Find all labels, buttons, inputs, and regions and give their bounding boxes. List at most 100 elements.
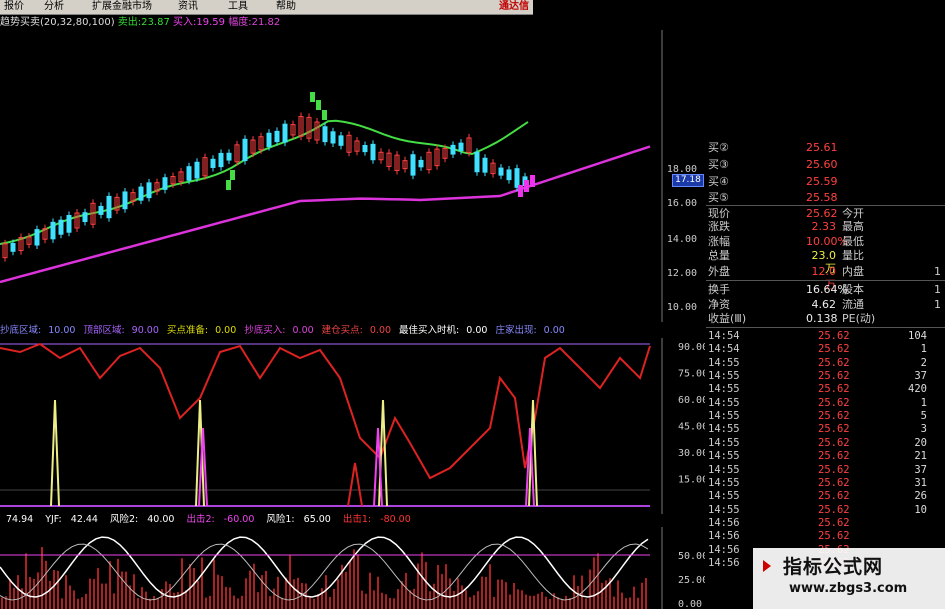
tick-time: 14:55 [708, 463, 740, 476]
candle-body [10, 242, 16, 252]
tick-time: 14:55 [708, 436, 740, 449]
tick-volume: 3 [920, 423, 927, 436]
amplitude-label: 幅度: [228, 17, 252, 28]
bid-label: 买② [708, 141, 729, 154]
indicator3-chart[interactable]: 50.00 25.00 0.00 [0, 527, 705, 609]
divider [706, 280, 945, 281]
indicator-name[interactable]: 趋势买卖 [0, 17, 40, 28]
tick-volume: 104 [908, 330, 927, 342]
tick-volume: 31 [914, 476, 927, 489]
indicator2-axis-label: 45.00 [678, 422, 705, 433]
candle-body [482, 157, 488, 173]
main-chart-title: 趋势买卖(20,32,80,100) 卖出:23.87 买入:19.59 幅度:… [0, 16, 280, 30]
buy-signal-marker [230, 170, 235, 180]
indicator2-item-value: 0.00 [215, 325, 237, 336]
quote-label: 总量 [708, 249, 730, 262]
watermark-url: www.zbgs3.com [789, 581, 908, 596]
tick-time: 14:55 [708, 383, 740, 396]
indicator2-chart[interactable]: 90.00 75.00 60.00 45.00 30.00 15.00 [0, 338, 705, 514]
bid-row: 买⑤ 25.58 [706, 191, 945, 204]
oscillator-line [0, 342, 651, 480]
menu-item-news[interactable]: 资讯 [178, 0, 198, 14]
menu-item-quote[interactable]: 报价 [4, 0, 24, 14]
quote-label2: 股本 [842, 283, 864, 296]
bid-label: 买④ [708, 175, 729, 188]
tick-price: 25.62 [818, 463, 850, 476]
quote-value: 4.62 [811, 298, 837, 311]
indicator2-item-value: 0.00 [292, 325, 314, 336]
indicator2-item-value: 0.00 [543, 325, 565, 336]
candle-body [274, 130, 280, 143]
menu-item-extended-market[interactable]: 扩展金融市场 [92, 0, 152, 14]
indicator3-item-label: 出击2: [186, 514, 215, 525]
tick-volume: 420 [908, 383, 927, 396]
tick-time: 14:55 [708, 450, 740, 463]
candle-body [138, 186, 144, 201]
quote-value: 25.62 [806, 207, 838, 220]
candle-body [50, 221, 56, 240]
tick-row: 14:54 25.62 104 [706, 330, 945, 343]
bid-row: 买④ 25.59 [706, 175, 945, 188]
indicator3-item-value: -60.00 [223, 514, 255, 525]
tick-time: 14:55 [708, 423, 740, 436]
quote-label2: 量比 [842, 249, 864, 262]
candle-body [322, 126, 328, 143]
tick-time: 14:55 [708, 476, 740, 489]
tick-volume: 37 [914, 370, 927, 383]
tick-time: 14:54 [708, 343, 740, 356]
menu-item-help[interactable]: 帮助 [276, 0, 296, 14]
divider [706, 205, 945, 206]
candle-body [58, 219, 64, 235]
candle-body [34, 229, 40, 246]
quote-row-eps: 收益(Ⅲ) 0.138 PE(动) [706, 312, 945, 325]
bid-price: 25.59 [806, 175, 838, 188]
candle-body [98, 205, 104, 215]
indicator2-item-label: 抄底区域: [0, 325, 42, 336]
indicator2-item-label: 抄底买入: [244, 325, 286, 336]
quote-row-change: 涨跌 2.33 最高 [706, 220, 945, 233]
indicator2-item: 抄底买入: 0.00 [244, 325, 317, 336]
quote-value: 0.138 [806, 312, 838, 325]
candle-body [506, 169, 512, 181]
price-axis-label: 16.00 [666, 198, 697, 209]
tick-price: 25.62 [818, 490, 850, 503]
tick-row: 14:55 25.62 10 [706, 504, 945, 517]
slow-ma-line [0, 145, 651, 284]
candle-body [186, 166, 192, 181]
tick-row: 14:55 25.62 3 [706, 423, 945, 436]
bid-price: 25.60 [806, 158, 838, 171]
tick-row: 14:56 25.62 [706, 517, 945, 530]
sell-label: 卖出: [117, 17, 142, 28]
buy-value: 19.59 [196, 17, 226, 28]
tick-volume: 1 [920, 396, 927, 409]
candle-body [242, 138, 248, 162]
tick-price: 25.62 [818, 343, 850, 356]
menu-item-tools[interactable]: 工具 [228, 0, 248, 14]
candlestick-chart[interactable] [0, 30, 670, 322]
menu-bar: 报价 分析 扩展金融市场 资讯 工具 帮助 通达信 [0, 0, 533, 15]
sell-value: 23.87 [141, 17, 170, 28]
bid-row: 买② 25.61 [706, 141, 945, 154]
tick-price: 25.62 [818, 503, 850, 516]
indicator3-title: 74.94 YJF: 42.44 风险2: 40.00 出击2: -60.00 风险1:… [0, 514, 423, 526]
quote-value: 16.64% [806, 283, 848, 296]
quote-row-price: 现价 25.62 今开 [706, 207, 945, 220]
indicator2-item: 顶部区域: 90.00 [83, 325, 162, 336]
oscillator-spike [347, 462, 363, 507]
menu-item-analysis[interactable]: 分析 [44, 0, 64, 14]
tick-volume: 26 [914, 490, 927, 503]
quote-label: 外盘 [708, 265, 730, 278]
indicator2-item: 最佳买入时机: 0.00 [399, 325, 491, 336]
quote-label2: 今开 [842, 207, 864, 220]
tick-price: 25.62 [818, 530, 850, 543]
tick-time: 14:56 [708, 516, 740, 529]
indicator2-item: 抄底区域: 10.00 [0, 325, 79, 336]
tick-price: 25.62 [818, 370, 850, 383]
tick-row: 14:54 25.62 1 [706, 343, 945, 356]
indicator2-item: 庄家出现: 0.00 [495, 325, 568, 336]
price-axis-label: 14.00 [666, 234, 697, 245]
tick-volume: 5 [920, 410, 927, 423]
current-price-marker: 17.18 [672, 174, 704, 187]
quote-label2: 流通 [842, 298, 864, 311]
indicator3-item: 风险2: 40.00 [110, 514, 180, 525]
